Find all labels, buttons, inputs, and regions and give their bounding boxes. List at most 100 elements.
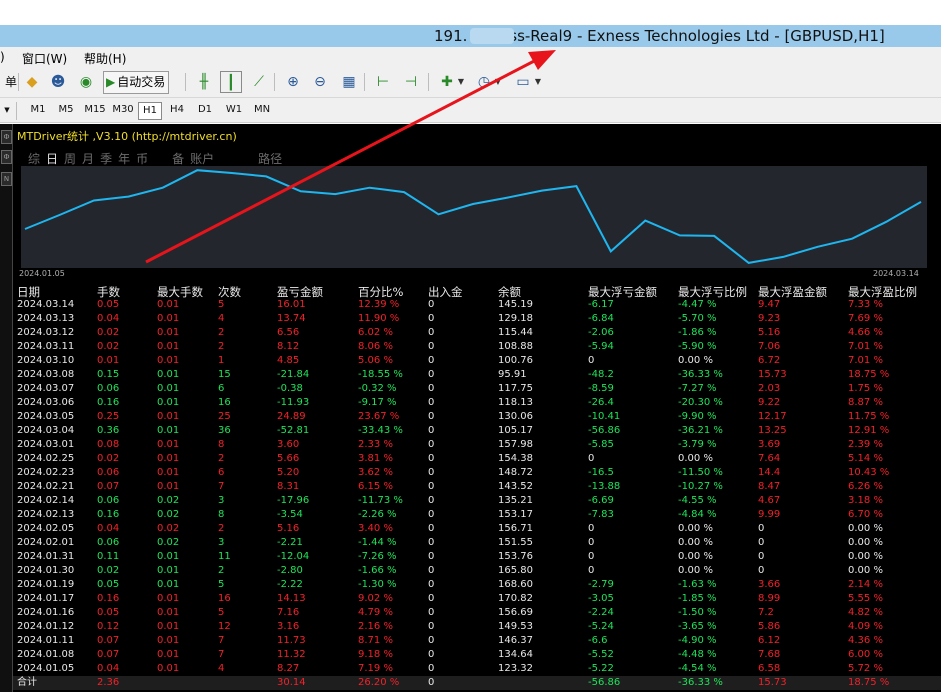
table-cell: 9.02 % — [358, 593, 393, 604]
table-row: 2024.03.12 0.02 0.01 2 6.56 6.02 % 0 115.44 -2.0… — [13, 326, 941, 340]
zoom-in-icon[interactable]: ⊕ — [282, 71, 304, 93]
table-cell: 3.69 — [758, 439, 781, 450]
chevron-down-icon[interactable]: ▼ — [533, 71, 543, 93]
table-cell: 2024.03.13 — [17, 313, 75, 324]
table-cell: 145.19 — [498, 299, 533, 310]
table-cell: 2 — [218, 341, 225, 352]
auto-trade-button[interactable]: ▶ 自动交易 — [103, 71, 170, 94]
table-cell: -36.33 % — [678, 369, 723, 380]
timeframe-d1[interactable]: D1 — [194, 102, 216, 118]
table-row: 2024.01.05 0.04 0.01 4 8.27 7.19 % 0 123.32 -5.2… — [13, 662, 941, 676]
window-title-bar: 191. Exness-Real9 - Exness Technologies … — [0, 25, 941, 47]
x-axis-end-label: 2024.03.14 — [873, 269, 919, 278]
table-cell: 165.80 — [498, 565, 533, 576]
table-cell: 8.99 — [758, 593, 781, 604]
table-cell: 0.02 — [157, 509, 180, 520]
table-cell: 115.44 — [498, 327, 533, 338]
toolbar-separator — [16, 102, 17, 120]
panel-tab[interactable]: Ф — [1, 150, 12, 164]
table-cell: 12.17 — [758, 411, 787, 422]
timeframe-h4[interactable]: H4 — [166, 102, 188, 118]
stats-tab-10[interactable]: 路径 — [258, 152, 282, 166]
candlestick-chart-icon[interactable]: ┃ — [220, 71, 242, 93]
timeframe-m30[interactable]: M30 — [110, 102, 136, 118]
stats-tab-5[interactable]: 年 — [118, 152, 130, 166]
total-cell: -36.33 % — [678, 677, 723, 688]
bar-chart-icon[interactable]: ╫ — [193, 71, 215, 93]
panel-tab[interactable]: Ф — [1, 130, 12, 144]
table-row: 2024.02.25 0.02 0.01 2 5.66 3.81 % 0 154.38 0 0.0… — [13, 452, 941, 466]
stats-tab-0[interactable]: 综 — [28, 152, 40, 166]
menu-item-window[interactable]: 窗口(W) — [22, 50, 67, 67]
table-cell: 0.01 — [157, 299, 180, 310]
person-icon[interactable]: ☻ — [47, 71, 69, 93]
table-cell: 0.00 % — [848, 565, 883, 576]
timeframe-h1[interactable]: H1 — [138, 102, 162, 120]
table-cell: -2.79 — [588, 579, 614, 590]
table-cell: 6.02 % — [358, 327, 393, 338]
table-cell: 11.73 — [277, 635, 306, 646]
stats-tab-4[interactable]: 季 — [100, 152, 112, 166]
table-cell: 129.18 — [498, 313, 533, 324]
table-cell: 14.4 — [758, 467, 781, 478]
templates-icon[interactable]: ▭ — [512, 71, 534, 93]
timeframe-m15[interactable]: M15 — [82, 102, 108, 118]
signal-icon[interactable]: ◉ — [75, 71, 97, 93]
table-cell: 5.14 % — [848, 453, 883, 464]
eraser-icon[interactable]: ◆ — [21, 71, 43, 93]
zoom-out-icon[interactable]: ⊖ — [309, 71, 331, 93]
table-cell: 2024.01.16 — [17, 607, 75, 618]
table-cell: 0.01 — [157, 313, 180, 324]
table-cell: 0.01 — [157, 439, 180, 450]
table-cell: 0.01 — [157, 369, 180, 380]
table-cell: 156.71 — [498, 523, 533, 534]
line-chart-icon[interactable]: ⟋ — [248, 71, 270, 93]
periods-clock-icon[interactable]: ◷ — [473, 71, 495, 93]
table-cell: -21.84 — [277, 369, 310, 380]
table-row: 2024.03.07 0.06 0.01 6 -0.38 -0.32 % 0 117.75 -8… — [13, 382, 941, 396]
stats-tab-8[interactable]: 备 — [172, 152, 184, 166]
chevron-down-icon[interactable]: ▼ — [456, 71, 466, 93]
indicators-icon[interactable]: ✚ — [436, 71, 458, 93]
table-cell: 11.90 % — [358, 313, 400, 324]
table-cell: -1.44 % — [358, 537, 397, 548]
stats-tab-1[interactable]: 日 — [46, 152, 58, 166]
autoscroll-icon[interactable]: ⊣ — [400, 71, 422, 93]
x-axis-start-label: 2024.01.05 — [19, 269, 65, 278]
menu-item-partial[interactable]: ) — [0, 50, 5, 64]
table-cell: 3.16 — [277, 621, 300, 632]
table-row: 2024.03.04 0.36 0.01 36 -52.81 -33.43 % 0 105.1… — [13, 424, 941, 438]
table-cell: 6.56 — [277, 327, 300, 338]
timeframe-mn[interactable]: MN — [250, 102, 274, 118]
table-cell: 2024.02.21 — [17, 481, 75, 492]
timeframe-m1[interactable]: M1 — [26, 102, 50, 118]
panel-tab[interactable]: N — [1, 172, 12, 186]
stats-tab-2[interactable]: 周 — [64, 152, 76, 166]
stats-tab-3[interactable]: 月 — [82, 152, 94, 166]
balance-line-chart — [21, 166, 927, 268]
table-cell: 18.75 % — [848, 369, 890, 380]
table-cell: 149.53 — [498, 621, 533, 632]
tile-windows-icon[interactable]: ▦ — [338, 71, 360, 93]
table-cell: 143.52 — [498, 481, 533, 492]
timeframe-w1[interactable]: W1 — [222, 102, 246, 118]
timeframe-m5[interactable]: M5 — [54, 102, 78, 118]
chevron-down-icon[interactable]: ▼ — [2, 102, 12, 118]
table-cell: 0 — [588, 523, 595, 534]
table-cell: 0.01 — [97, 355, 120, 366]
table-cell: -10.27 % — [678, 481, 723, 492]
stats-tab-6[interactable]: 币 — [136, 152, 148, 166]
table-cell: 0.01 — [157, 635, 180, 646]
table-cell: -6.17 — [588, 299, 614, 310]
table-cell: -3.79 % — [678, 439, 717, 450]
table-cell: 154.38 — [498, 453, 533, 464]
menu-item-help[interactable]: 帮助(H) — [84, 50, 126, 67]
chart-window[interactable]: MTDriver统计 ,V3.10 (http://mtdriver.cn) 综… — [13, 124, 941, 692]
table-cell: 0.05 — [97, 299, 120, 310]
chart-shift-icon[interactable]: ⊢ — [372, 71, 394, 93]
table-cell: -2.22 — [277, 579, 303, 590]
table-cell: 3.40 % — [358, 523, 393, 534]
stats-tab-9[interactable]: 账户 — [190, 152, 214, 166]
table-cell: 0 — [588, 551, 595, 562]
chevron-down-icon[interactable]: ▼ — [493, 71, 503, 93]
